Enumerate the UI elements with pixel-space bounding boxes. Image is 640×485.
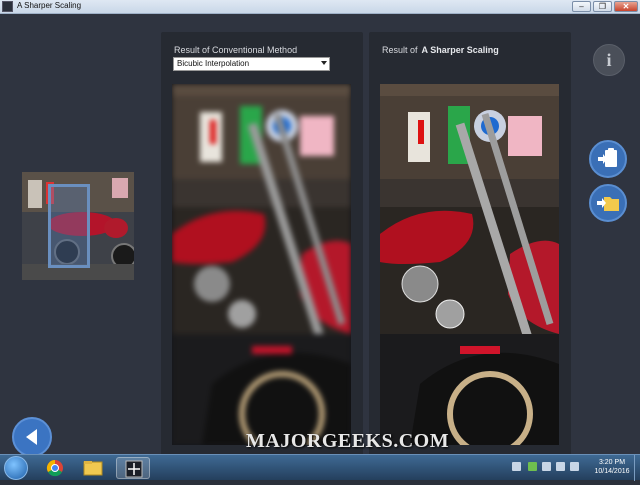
window-title: A Sharper Scaling [17, 1, 82, 10]
app-window: Result of Conventional Method Bicubic In… [0, 14, 640, 463]
method-select[interactable]: Bicubic Interpolation [173, 57, 330, 71]
clock-date: 10/14/2016 [594, 468, 630, 475]
sharper-caption: Result of A Sharper Scaling [382, 45, 499, 55]
back-button[interactable] [12, 417, 52, 457]
sharper-result-image [380, 84, 559, 445]
tray-icon[interactable] [528, 462, 537, 471]
back-arrow-icon [26, 429, 37, 445]
clock[interactable]: 3:20 PM 10/14/2016 [590, 458, 634, 476]
conventional-result-panel: Result of Conventional Method Bicubic In… [161, 32, 363, 463]
sharper-caption-prefix: Result of [382, 45, 418, 55]
chevron-down-icon [321, 61, 327, 65]
sharper-caption-name: A Sharper Scaling [421, 45, 499, 55]
info-button[interactable]: i [593, 44, 625, 76]
a-sharper-scaling-icon[interactable] [116, 457, 150, 479]
restore-button[interactable]: ❐ [593, 1, 612, 12]
save-to-folder-button[interactable] [589, 184, 627, 222]
start-icon[interactable] [4, 456, 28, 480]
watermark-text: MAJORGEEKS.COM [246, 430, 450, 452]
volume-icon[interactable] [556, 462, 565, 471]
zoom-region-selector[interactable] [48, 184, 90, 268]
file-explorer-icon[interactable] [76, 457, 110, 479]
method-select-value: Bicubic Interpolation [177, 59, 250, 68]
minimize-button[interactable]: – [572, 1, 591, 12]
sharper-result-panel: Result of A Sharper Scaling [369, 32, 571, 463]
chrome-icon[interactable] [38, 457, 72, 479]
close-button[interactable]: ✕ [614, 1, 638, 12]
conventional-result-image [172, 84, 351, 445]
taskbar: 3:20 PM 10/14/2016 [0, 454, 640, 481]
app-icon [2, 1, 13, 12]
show-desktop-button[interactable] [634, 455, 640, 481]
conventional-caption: Result of Conventional Method [174, 45, 298, 55]
tray-icon[interactable] [512, 462, 521, 471]
copy-to-clipboard-button[interactable] [589, 140, 627, 178]
network-icon[interactable] [570, 462, 579, 471]
title-bar: A Sharper Scaling – ❐ ✕ [0, 0, 640, 14]
clipboard-icon [598, 148, 617, 167]
folder-icon [597, 197, 619, 211]
navigator-thumbnail[interactable] [22, 172, 134, 280]
clock-time: 3:20 PM [598, 459, 626, 466]
tray-icon[interactable] [542, 462, 551, 471]
